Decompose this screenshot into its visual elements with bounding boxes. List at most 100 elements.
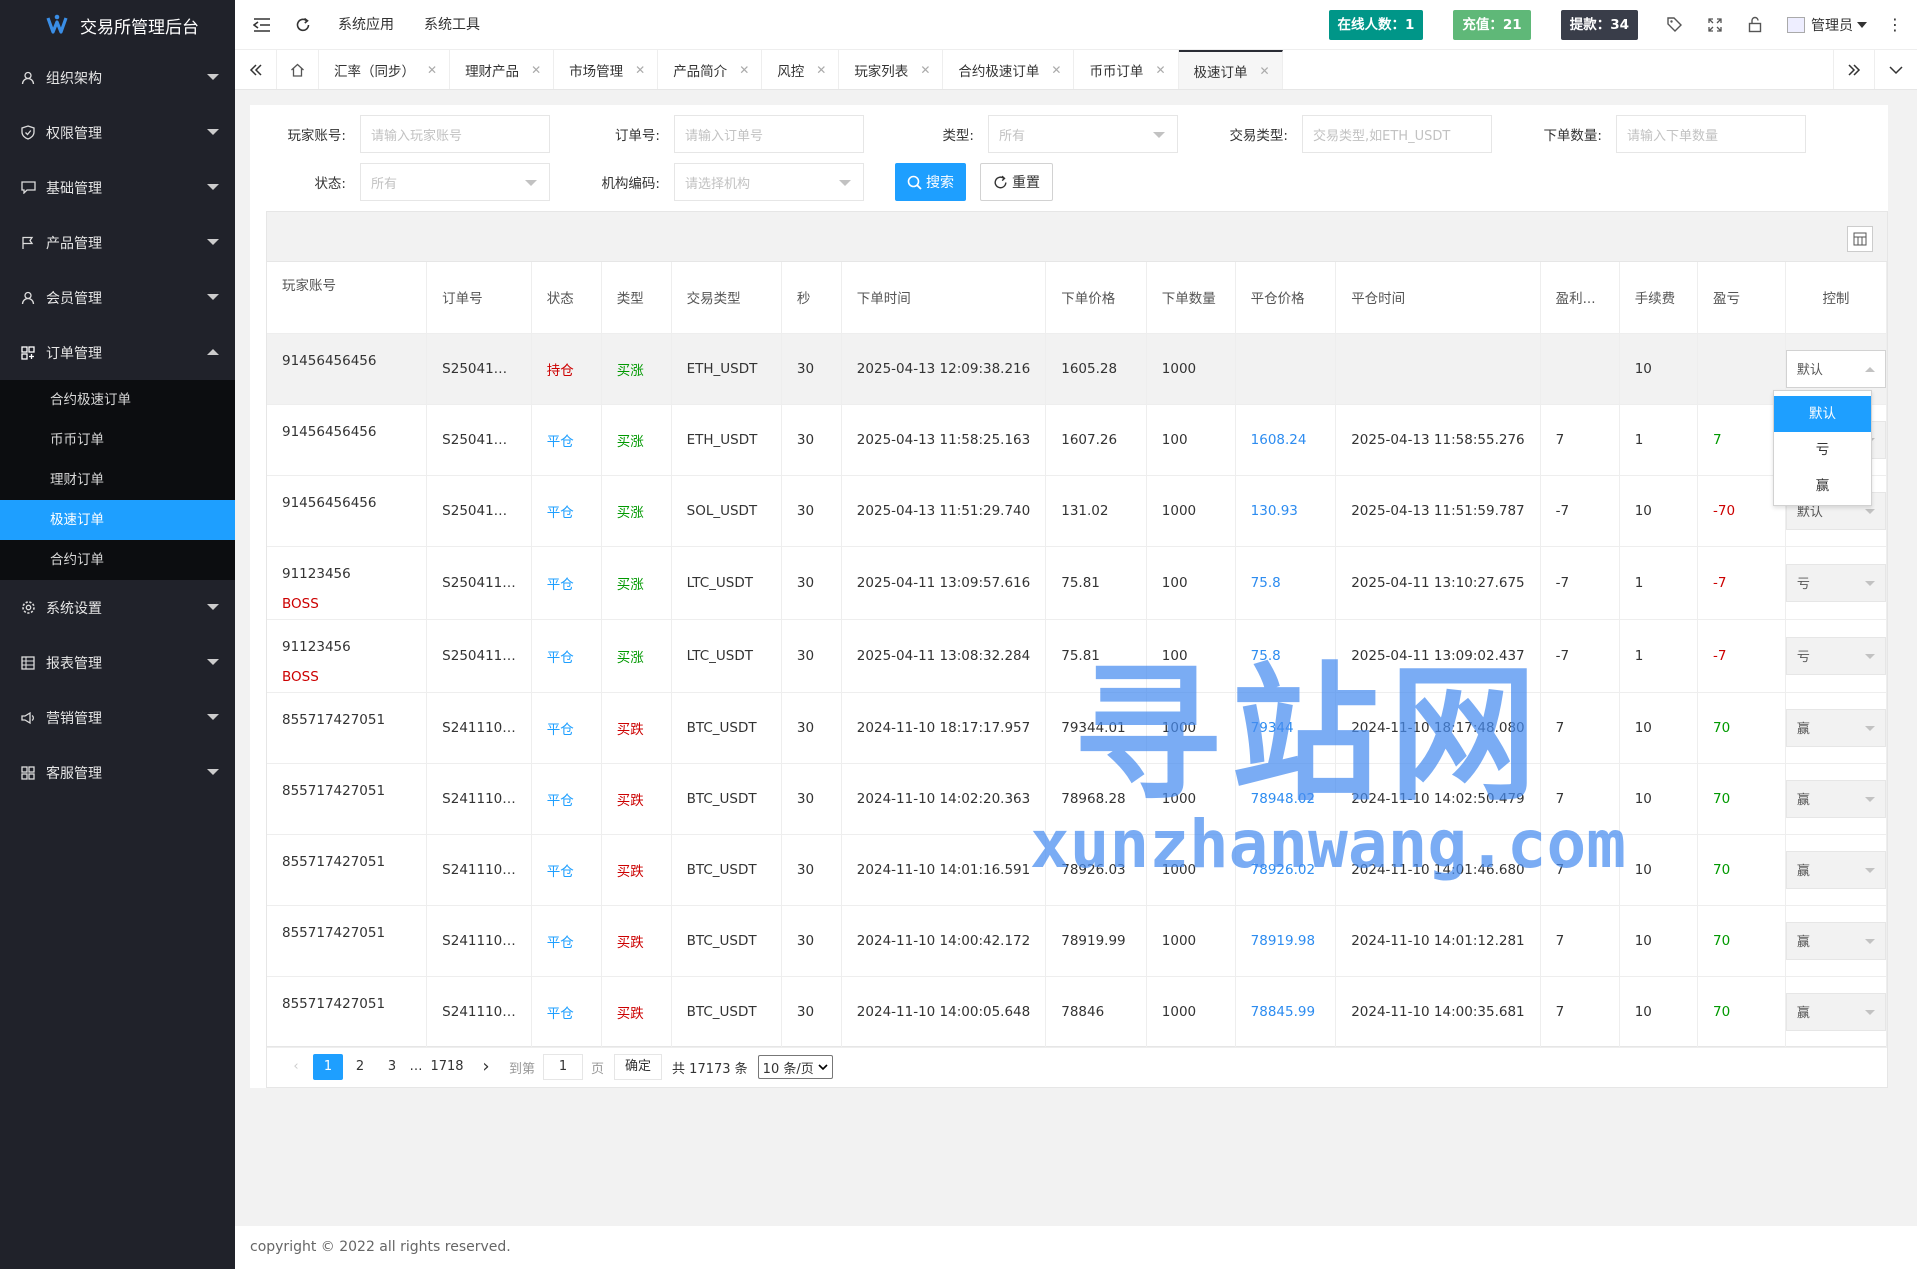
refresh-icon[interactable] [283, 0, 323, 50]
tab-0[interactable]: 汇率（同步） ✕ [319, 50, 451, 89]
reset-button[interactable]: 重置 [980, 163, 1053, 201]
table-row[interactable]: 855717427051 S241110… 平仓 买跌 BTC_USDT 30 2024-1… [267, 692, 1888, 764]
recharge-badge[interactable]: 充值：21 [1453, 9, 1531, 40]
tabs-prev-icon[interactable] [235, 50, 277, 89]
close-icon[interactable]: ✕ [816, 63, 826, 77]
sidebar-item-2[interactable]: 基础管理 [0, 160, 235, 215]
close-icon[interactable]: ✕ [920, 63, 930, 77]
sidebar-item-7[interactable]: 报表管理 [0, 635, 235, 690]
status-select[interactable]: 所有 [360, 163, 550, 201]
tab-5[interactable]: 玩家列表 ✕ [839, 50, 944, 89]
dropdown-option[interactable]: 赢 [1774, 468, 1871, 504]
tag-icon[interactable] [1654, 0, 1695, 50]
tab-8[interactable]: 极速订单 ✕ [1178, 50, 1283, 89]
dropdown-option[interactable]: 亏 [1774, 432, 1871, 468]
nav-system-apps[interactable]: 系统应用 [323, 0, 409, 50]
table-row[interactable]: 855717427051 S241110… 平仓 买跌 BTC_USDT 30 2024-1… [267, 976, 1888, 1048]
tabs-next-icon[interactable] [1833, 50, 1875, 89]
close-icon[interactable]: ✕ [1155, 63, 1165, 77]
content-panel: 玩家账号: 请输入玩家账号 订单号: 请输入订单号 类型: 所有 交易类型: 交… [250, 105, 1888, 1088]
next-page-icon[interactable]: › [471, 1054, 501, 1080]
order-qty-input[interactable]: 请输入下单数量 [1616, 115, 1806, 153]
chevron-up-icon [1864, 366, 1875, 372]
tabs-menu-icon[interactable] [1875, 50, 1917, 89]
player-account-input[interactable]: 请输入玩家账号 [360, 115, 550, 153]
submenu-item-1[interactable]: 币币订单 [0, 420, 235, 460]
page-number[interactable]: 3 [377, 1054, 407, 1080]
control-select[interactable]: 赢 [1785, 850, 1886, 889]
goto-page-input[interactable]: 1 [543, 1054, 584, 1080]
prev-page-icon[interactable]: ‹ [281, 1054, 311, 1080]
close-icon[interactable]: ✕ [739, 63, 749, 77]
sidebar-item-6[interactable]: 系统设置 [0, 580, 235, 635]
table-row[interactable]: 855717427051 S241110… 平仓 买跌 BTC_USDT 30 2024-1… [267, 763, 1888, 835]
tab-1[interactable]: 理财产品 ✕ [450, 50, 555, 89]
submenu-item-2[interactable]: 理财订单 [0, 460, 235, 500]
tab-4[interactable]: 风控 ✕ [762, 50, 840, 89]
chevron-down-icon [1153, 132, 1165, 138]
withdraw-badge[interactable]: 提款：34 [1560, 9, 1638, 40]
cell-profit-rate: 7 [1540, 404, 1620, 476]
sidebar-item-9[interactable]: 客服管理 [0, 745, 235, 800]
table-row[interactable]: 91123456 BOSS S250411… 平仓 买涨 LTC_USDT 30 2025-0… [267, 619, 1888, 693]
sidebar-item-8[interactable]: 营销管理 [0, 690, 235, 745]
table-row[interactable]: 855717427051 S241110… 平仓 买跌 BTC_USDT 30 2024-1… [267, 834, 1888, 906]
sidebar-item-0[interactable]: 组织架构 [0, 50, 235, 105]
submenu-item-4[interactable]: 合约订单 [0, 540, 235, 580]
table-row[interactable]: 91456456456 S25041… 持仓 买涨 ETH_USDT 30 2025-04-… [267, 333, 1888, 405]
close-icon[interactable]: ✕ [427, 63, 437, 77]
search-button[interactable]: 搜索 [895, 163, 966, 201]
column-header: 盈利... [1540, 262, 1620, 334]
sidebar-item-4[interactable]: 会员管理 [0, 270, 235, 325]
page-number[interactable]: 2 [345, 1054, 375, 1080]
cell-close-price: 78948.02 [1235, 763, 1337, 835]
table-row[interactable]: 855717427051 S241110… 平仓 买跌 BTC_USDT 30 2024-1… [267, 905, 1888, 977]
type-select[interactable]: 所有 [988, 115, 1178, 153]
table-row[interactable]: 91456456456 S25041… 平仓 买涨 ETH_USDT 30 2025-04-… [267, 404, 1888, 476]
column-filter-icon[interactable] [1847, 226, 1873, 252]
control-select[interactable]: 赢 [1785, 708, 1886, 747]
home-tab-icon[interactable] [277, 50, 319, 89]
chevron-down-icon [1864, 653, 1875, 659]
order-no-input[interactable]: 请输入订单号 [674, 115, 864, 153]
tab-6[interactable]: 合约极速订单 ✕ [943, 50, 1075, 89]
goto-confirm-button[interactable]: 确定 [614, 1054, 663, 1080]
sidebar-item-5[interactable]: 订单管理 [0, 325, 235, 380]
cell-order-price: 75.81 [1045, 619, 1147, 693]
table-row[interactable]: 91123456 BOSS S250411… 平仓 买涨 LTC_USDT 30 2025-0… [267, 546, 1888, 620]
close-icon[interactable]: ✕ [1260, 64, 1270, 78]
per-page-select[interactable]: 10 条/页 [757, 1055, 833, 1079]
lock-icon[interactable] [1735, 0, 1775, 50]
control-select[interactable]: 赢 [1785, 921, 1886, 960]
tab-2[interactable]: 市场管理 ✕ [554, 50, 659, 89]
page-number[interactable]: 1718 [425, 1054, 469, 1080]
control-select[interactable]: 赢 [1785, 992, 1886, 1031]
cell-type: 买涨 [601, 619, 672, 693]
control-select[interactable]: 亏 [1785, 636, 1886, 675]
close-icon[interactable]: ✕ [635, 63, 645, 77]
close-icon[interactable]: ✕ [1051, 63, 1061, 77]
submenu-item-0[interactable]: 合约极速订单 [0, 380, 235, 420]
sidebar-item-3[interactable]: 产品管理 [0, 215, 235, 270]
cell-fee: 1 [1619, 404, 1699, 476]
dropdown-option[interactable]: 默认 [1774, 396, 1871, 432]
nav-system-tools[interactable]: 系统工具 [409, 0, 495, 50]
collapse-menu-icon[interactable] [241, 0, 283, 50]
control-select[interactable]: 赢 [1785, 779, 1886, 818]
online-count-badge[interactable]: 在线人数：1 [1328, 9, 1424, 40]
control-select[interactable]: 默认 [1785, 349, 1886, 388]
page-number[interactable]: 1 [313, 1054, 343, 1080]
fullscreen-icon[interactable] [1695, 0, 1735, 50]
user-menu[interactable]: 管理员 [1775, 0, 1873, 50]
sidebar-item-1[interactable]: 权限管理 [0, 105, 235, 160]
more-icon[interactable]: ⋮ [1873, 0, 1917, 50]
tab-7[interactable]: 币币订单 ✕ [1074, 50, 1179, 89]
org-code-select[interactable]: 请选择机构 [674, 163, 864, 201]
tab-3[interactable]: 产品简介 ✕ [658, 50, 763, 89]
close-icon[interactable]: ✕ [531, 63, 541, 77]
trade-type-input[interactable]: 交易类型,如ETH_USDT [1302, 115, 1492, 153]
table-row[interactable]: 91456456456 S25041… 平仓 买涨 SOL_USDT 30 2025-04-… [267, 475, 1888, 547]
control-select[interactable]: 亏 [1785, 563, 1886, 602]
submenu-item-3[interactable]: 极速订单 [0, 500, 235, 540]
app-logo[interactable]: 交易所管理后台 [0, 0, 235, 50]
